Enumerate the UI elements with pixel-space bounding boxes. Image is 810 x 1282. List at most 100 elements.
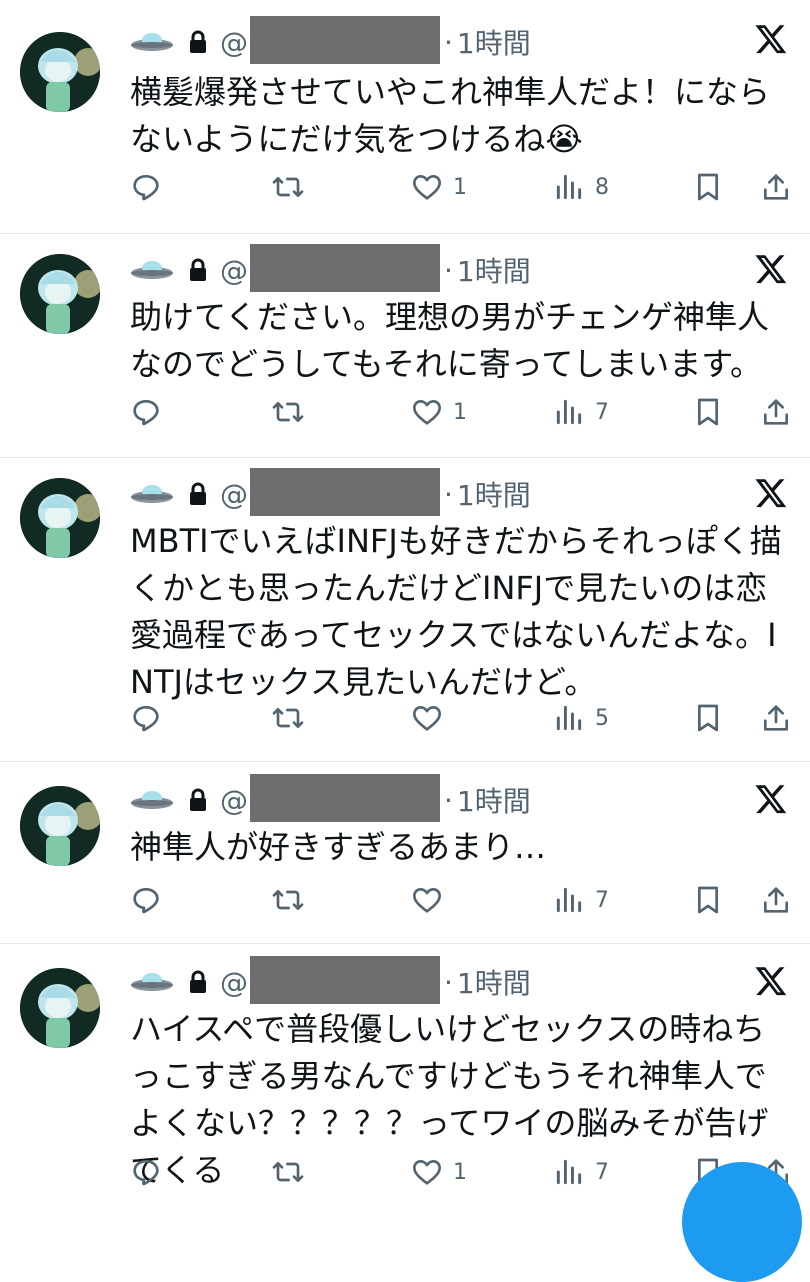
tweet-header: @ · 1時間	[130, 774, 531, 822]
bookmark-button[interactable]	[692, 392, 724, 432]
ufo-emoji-icon	[131, 261, 173, 279]
lock-icon	[190, 482, 206, 505]
retweet-icon	[272, 708, 304, 728]
bookmark-button[interactable]	[692, 698, 724, 738]
bookmark-button[interactable]	[692, 880, 724, 920]
reply-icon	[133, 888, 159, 914]
lock-icon	[190, 970, 206, 993]
view-count: 7	[595, 887, 609, 913]
redacted-handle	[250, 16, 440, 64]
time-separator: ·	[444, 477, 453, 511]
reply-icon	[133, 175, 159, 201]
reply-button[interactable]	[130, 167, 162, 207]
like-button[interactable]: 1	[411, 1152, 467, 1192]
views-icon	[556, 705, 582, 731]
tweet-time[interactable]: 1時間	[457, 474, 531, 514]
views-button[interactable]: 7	[553, 1152, 609, 1192]
views-button[interactable]: 8	[553, 167, 609, 207]
ufo-emoji-icon	[131, 33, 173, 51]
share-icon	[764, 705, 788, 731]
ufo-emoji-icon	[131, 791, 173, 809]
share-icon	[764, 399, 788, 425]
share-button[interactable]	[760, 698, 792, 738]
avatar[interactable]	[20, 786, 100, 866]
tweet-actions: 1 8	[130, 167, 800, 207]
reply-button[interactable]	[130, 880, 162, 920]
like-count: 1	[453, 1159, 467, 1185]
x-logo-icon	[755, 967, 787, 996]
reply-button[interactable]	[130, 1152, 162, 1192]
compose-fab-button[interactable]	[682, 1162, 802, 1282]
like-count: 1	[453, 399, 467, 425]
tweet[interactable]: @ · 1時間 MBTIでいえばINFJも好きだからそれっぽく描くかとも思ったん…	[0, 458, 810, 762]
retweet-button[interactable]	[272, 1152, 304, 1192]
avatar[interactable]	[20, 968, 100, 1048]
tweet-time[interactable]: 1時間	[457, 250, 531, 290]
retweet-button[interactable]	[272, 392, 304, 432]
bookmark-icon	[698, 398, 718, 426]
tweet-text: 助けてください。理想の男がチェンゲ神隼人なのでどうしてもそれに寄ってしまいます。	[130, 298, 770, 383]
tweet-text: 神隼人が好きすぎるあまり…	[130, 828, 547, 866]
tweet-actions: 1 7	[130, 392, 800, 432]
like-button[interactable]	[411, 880, 453, 920]
share-button[interactable]	[760, 392, 792, 432]
tweet-time[interactable]: 1時間	[457, 22, 531, 62]
share-button[interactable]	[760, 167, 792, 207]
x-logo-icon	[755, 255, 787, 284]
view-count: 7	[595, 399, 609, 425]
reply-icon	[133, 400, 159, 426]
bookmark-icon	[698, 704, 718, 732]
tweet[interactable]: @ · 1時間 神隼人が好きすぎるあまり… 7	[0, 762, 810, 944]
heart-icon	[413, 1160, 441, 1185]
retweet-button[interactable]	[272, 698, 304, 738]
like-count: 1	[453, 174, 467, 200]
view-count: 8	[595, 174, 609, 200]
tweet[interactable]: @ · 1時間 ハイスペで普段優しいけどセックスの時ねちっこすぎる男なんですけど…	[0, 944, 810, 1200]
redacted-handle	[250, 468, 440, 516]
x-logo-icon	[755, 785, 787, 814]
tweet-time[interactable]: 1時間	[457, 962, 531, 1002]
ufo-emoji-icon	[131, 973, 173, 991]
avatar[interactable]	[20, 254, 100, 334]
redacted-handle	[250, 244, 440, 292]
bookmark-button[interactable]	[692, 167, 724, 207]
tweet-header: @ · 1時間	[130, 956, 531, 1004]
retweet-button[interactable]	[272, 880, 304, 920]
heart-icon	[413, 175, 441, 200]
x-logo-icon	[755, 25, 787, 54]
avatar[interactable]	[20, 478, 100, 558]
views-button[interactable]: 5	[553, 698, 609, 738]
lock-icon	[190, 258, 206, 281]
handle-prefix: @	[220, 25, 248, 59]
reply-icon	[133, 1160, 159, 1186]
handle-prefix: @	[220, 965, 248, 999]
avatar[interactable]	[20, 32, 100, 112]
tweet-actions: 5	[130, 698, 800, 738]
like-button[interactable]	[411, 698, 453, 738]
redacted-handle	[250, 774, 440, 822]
bookmark-icon	[698, 173, 718, 201]
reply-button[interactable]	[130, 392, 162, 432]
share-button[interactable]	[760, 880, 792, 920]
reply-button[interactable]	[130, 698, 162, 738]
handle-prefix: @	[220, 783, 248, 817]
tweet[interactable]: @ · 1時間 横髪爆発させていやこれ神隼人だよ！にならないようにだけ気をつける…	[0, 14, 810, 234]
views-button[interactable]: 7	[553, 880, 609, 920]
time-separator: ·	[444, 783, 453, 817]
tweet[interactable]: @ · 1時間 助けてください。理想の男がチェンゲ神隼人なのでどうしてもそれに寄…	[0, 234, 810, 458]
like-button[interactable]: 1	[411, 392, 467, 432]
handle-prefix: @	[220, 477, 248, 511]
views-button[interactable]: 7	[553, 392, 609, 432]
views-icon	[556, 887, 582, 913]
heart-icon	[413, 888, 441, 913]
retweet-button[interactable]	[272, 167, 304, 207]
tweet-time[interactable]: 1時間	[457, 780, 531, 820]
redacted-handle	[250, 956, 440, 1004]
bookmark-icon	[698, 886, 718, 914]
reply-icon	[133, 706, 159, 732]
view-count: 7	[595, 1159, 609, 1185]
tweet-actions: 7	[130, 880, 800, 920]
views-icon	[556, 1159, 582, 1185]
heart-icon	[413, 706, 441, 731]
like-button[interactable]: 1	[411, 167, 467, 207]
